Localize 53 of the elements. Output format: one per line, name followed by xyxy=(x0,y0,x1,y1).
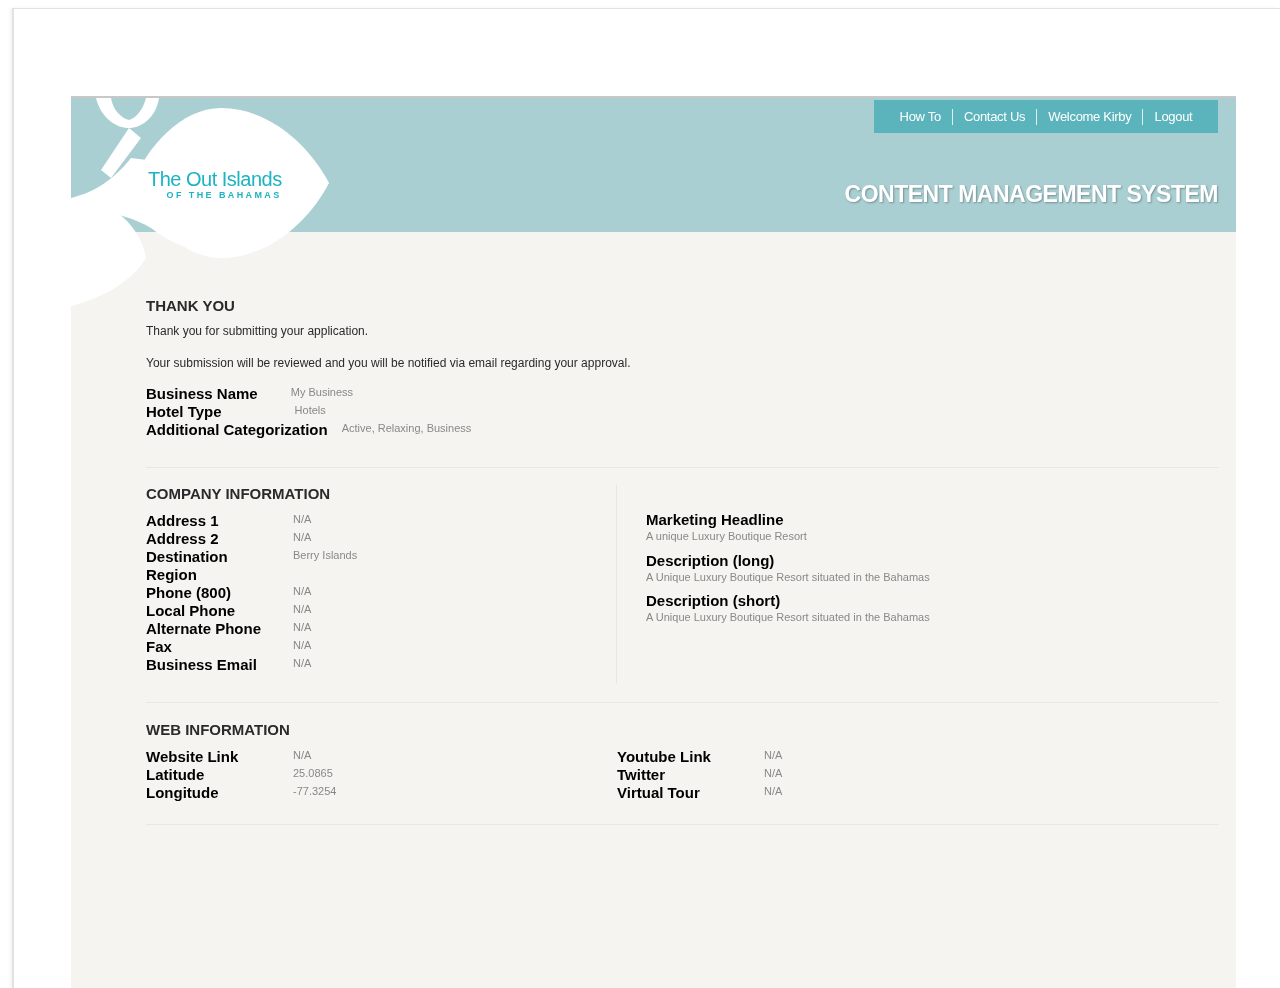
field-value: N/A xyxy=(764,784,783,798)
field-value: N/A xyxy=(293,530,312,544)
field-value: -77.3254 xyxy=(293,784,337,798)
field-value: 25.0865 xyxy=(293,766,333,780)
header-title: CONTENT MANAGEMENT SYSTEM xyxy=(844,180,1218,209)
field-label: Local Phone xyxy=(146,602,237,620)
section-heading: WEB INFORMATION xyxy=(146,721,291,739)
field-label: Phone (800) xyxy=(146,584,233,602)
field-label: Address 1 xyxy=(146,512,220,530)
field-value: N/A xyxy=(293,512,312,526)
field-label: Description (long) xyxy=(646,551,776,570)
nav-link[interactable]: Logout xyxy=(1154,106,1193,127)
nav-link[interactable]: Contact Us xyxy=(963,106,1026,127)
field-label: Longitude xyxy=(146,784,220,802)
field-value: N/A xyxy=(764,748,783,762)
field-value: Berry Islands xyxy=(293,548,358,562)
field-value: N/A xyxy=(293,656,312,670)
field-label: Latitude xyxy=(146,766,206,784)
nav-link[interactable]: Welcome Kirby xyxy=(1048,106,1132,127)
field-label: Description (short) xyxy=(646,592,782,610)
field-label: Virtual Tour xyxy=(617,784,701,802)
field-label: Website Link xyxy=(146,748,240,766)
field-label: Youtube Link xyxy=(617,748,712,766)
logo-subtitle: OF THE BAHAMAS xyxy=(166,190,282,200)
field-label: Hotel Type xyxy=(146,403,222,421)
field-label: Twitter xyxy=(617,766,667,784)
field-label: Additional Categorization xyxy=(146,421,328,439)
section-heading: THANK YOU xyxy=(146,297,236,315)
field-label: Address 2 xyxy=(146,530,220,548)
field-value: N/A xyxy=(293,638,312,652)
field-label: Business Email xyxy=(146,656,258,674)
field-value: A Unique Luxury Boutique Resort situated in the Bahamas xyxy=(646,569,930,584)
field-value: A unique Luxury Boutique Resort xyxy=(646,529,808,543)
field-value: N/A xyxy=(293,584,312,598)
field-value: Hotels xyxy=(294,403,326,417)
message-text: Your submission will be reviewed and you will be notified via email regarding your approval. xyxy=(146,356,632,371)
field-value: Active, Relaxing, Business xyxy=(341,421,472,435)
logo-title: The Out Islands xyxy=(148,168,282,190)
field-value: N/A xyxy=(293,748,312,762)
field-label: Marketing Headline xyxy=(646,511,785,529)
field-label: Fax xyxy=(146,638,173,656)
field-label: Destination xyxy=(146,548,229,566)
message-text: Thank you for submitting your application. xyxy=(146,324,370,339)
field-label: Business Name xyxy=(146,385,258,403)
field-value: A Unique Luxury Boutique Resort situated in the Bahamas xyxy=(646,610,930,624)
field-label: Region xyxy=(146,566,198,584)
section-heading: COMPANY INFORMATION xyxy=(146,485,332,503)
nav-link[interactable]: How To xyxy=(899,106,941,127)
field-value: N/A xyxy=(764,766,783,780)
field-label: Alternate Phone xyxy=(146,620,263,638)
field-value: N/A xyxy=(293,602,312,616)
field-value: N/A xyxy=(293,620,312,634)
field-value: My Business xyxy=(290,385,354,399)
